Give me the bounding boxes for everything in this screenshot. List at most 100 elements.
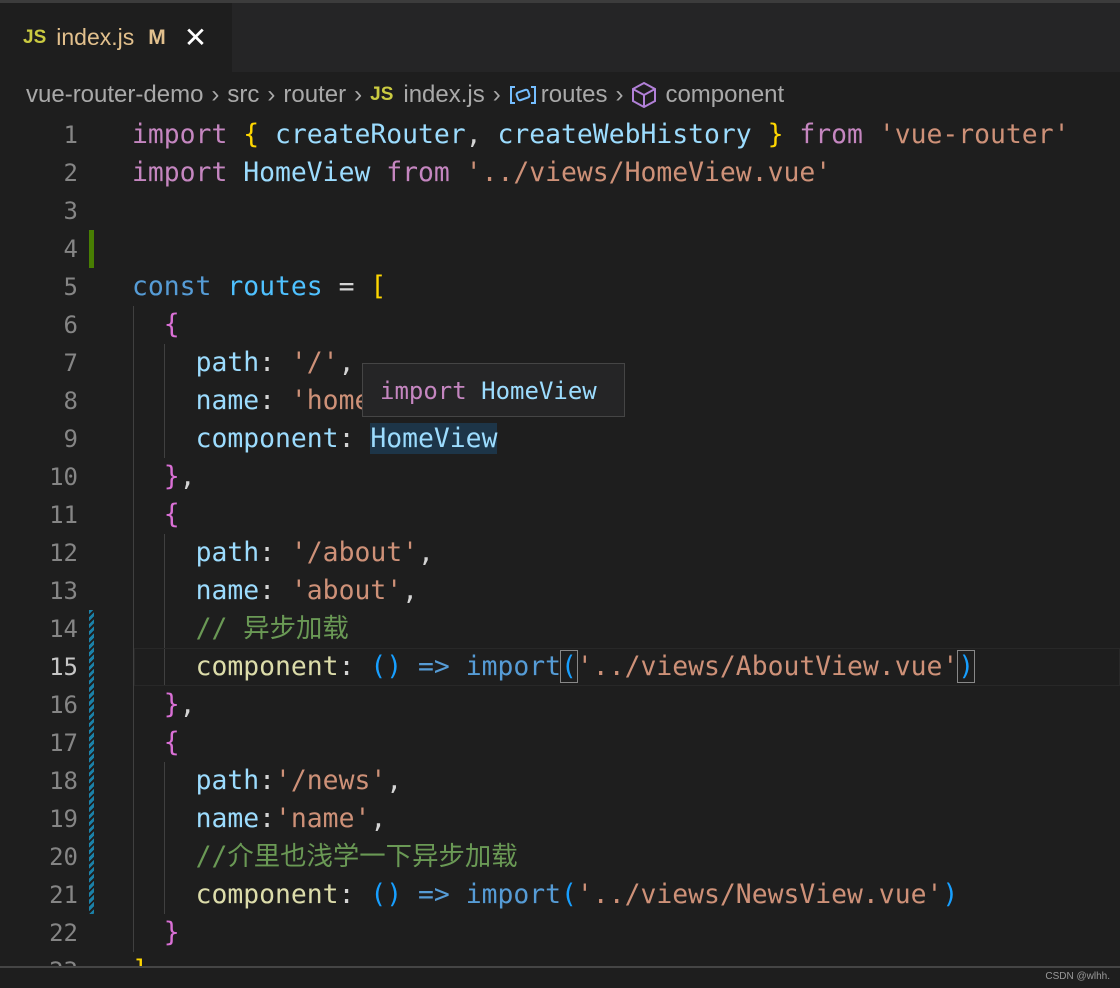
line-code: //介里也浅学一下异步加载 — [132, 838, 518, 876]
breadcrumb-item-project[interactable]: vue-router-demo — [26, 81, 203, 109]
code-line[interactable]: 23] — [0, 952, 1120, 966]
line-number: 3 — [63, 197, 78, 225]
line-number: 20 — [49, 843, 78, 871]
code-token: : — [259, 537, 291, 568]
code-line[interactable]: 21 component: () => import('../views/New… — [0, 876, 1120, 914]
code-line[interactable]: 2 import HomeView from '../views/HomeView… — [0, 154, 1120, 192]
code-token: : — [338, 651, 371, 682]
code-token: ) — [957, 650, 976, 683]
line-code: path:'/news', — [132, 762, 403, 800]
code-token: '/news' — [275, 765, 387, 796]
line-number: 6 — [63, 311, 78, 339]
tab-label: index.js — [56, 24, 135, 50]
code-token: createRouter — [275, 119, 466, 150]
code-line[interactable]: 18 path:'/news', — [0, 762, 1120, 800]
code-line[interactable]: 9 component: HomeView — [0, 420, 1120, 458]
line-number: 7 — [63, 349, 78, 377]
code-token: '../views/NewsView.vue' — [576, 879, 943, 910]
hover-tooltip: import HomeView — [362, 363, 625, 417]
breadcrumb-item-router[interactable]: router — [283, 81, 346, 109]
chevron-right-icon: › — [267, 81, 276, 108]
code-token: { — [163, 727, 180, 758]
line-code: component: () => import('../views/NewsVi… — [132, 876, 959, 914]
code-editor[interactable]: 1 import { createRouter, createWebHistory… — [0, 116, 1120, 966]
code-line[interactable]: 5 const routes = [ — [0, 268, 1120, 306]
breadcrumb-item-routes[interactable]: routes — [541, 81, 608, 109]
line-number: 8 — [63, 387, 78, 415]
code-line[interactable]: 4 — [0, 230, 1120, 268]
code-token: , — [370, 803, 387, 834]
watermark: CSDN @wlhh. — [1045, 971, 1110, 982]
breadcrumb: vue-router-demo › src › router › JS inde… — [26, 76, 784, 114]
code-token: } — [163, 917, 180, 948]
code-token: import — [465, 651, 562, 682]
code-token: : — [259, 803, 276, 834]
line-number: 21 — [49, 881, 78, 909]
tab-index-js[interactable]: JS index.js M ✕ — [0, 3, 232, 72]
code-token: from — [799, 119, 863, 150]
breadcrumb-item-component[interactable]: component — [665, 81, 784, 109]
line-code: { — [132, 306, 180, 344]
code-token: name — [195, 385, 260, 416]
close-icon[interactable]: ✕ — [184, 21, 207, 54]
code-token: : — [338, 423, 371, 454]
line-number: 11 — [49, 501, 78, 529]
code-line[interactable]: 3 — [0, 192, 1120, 230]
code-line[interactable]: 1 import { createRouter, createWebHistory… — [0, 116, 1120, 154]
chevron-right-icon: › — [354, 81, 363, 108]
code-token: => — [418, 651, 450, 682]
code-token: , — [179, 689, 196, 720]
code-token: : — [259, 575, 291, 606]
code-line[interactable]: 12 path: '/about', — [0, 534, 1120, 572]
code-line[interactable]: 6 { — [0, 306, 1120, 344]
code-line[interactable]: 16 }, — [0, 686, 1120, 724]
code-token: , — [402, 575, 419, 606]
code-token: '/' — [290, 347, 339, 378]
breadcrumb-item-file[interactable]: index.js — [403, 81, 484, 109]
line-number: 5 — [63, 273, 78, 301]
modified-badge: M — [148, 25, 166, 49]
line-code: import { createRouter, createWebHistory … — [132, 116, 1069, 154]
line-code: name: 'about', — [132, 572, 418, 610]
code-line[interactable]: 13 name: 'about', — [0, 572, 1120, 610]
code-token: { — [163, 499, 180, 530]
code-line[interactable]: 17 { — [0, 724, 1120, 762]
code-line[interactable]: 15 component: () => import('../views/Abo… — [0, 648, 1120, 686]
code-token: : — [338, 879, 371, 910]
code-line[interactable]: 10 }, — [0, 458, 1120, 496]
code-token: [ — [370, 271, 387, 302]
line-code: component: HomeView — [132, 420, 498, 458]
code-token: import — [132, 119, 228, 150]
code-token: , — [179, 461, 196, 492]
code-line[interactable]: 11 { — [0, 496, 1120, 534]
breadcrumb-item-src[interactable]: src — [227, 81, 259, 109]
tab-bar: JS index.js M ✕ — [0, 3, 1120, 72]
code-line[interactable]: 20 //介里也浅学一下异步加载 — [0, 838, 1120, 876]
code-line[interactable]: 14 // 异步加载 — [0, 610, 1120, 648]
code-line[interactable]: 19 name:'name', — [0, 800, 1120, 838]
line-number: 14 — [49, 615, 78, 643]
line-code: name:'name', — [132, 800, 387, 838]
code-token: import — [132, 157, 228, 188]
code-token: '../views/AboutView.vue' — [576, 651, 959, 682]
chevron-right-icon: › — [615, 81, 624, 108]
code-line[interactable]: 22 } — [0, 914, 1120, 952]
code-token: '../views/HomeView.vue' — [465, 157, 832, 188]
code-token: : — [259, 347, 291, 378]
code-token: => — [418, 879, 450, 910]
code-token: path — [195, 347, 260, 378]
